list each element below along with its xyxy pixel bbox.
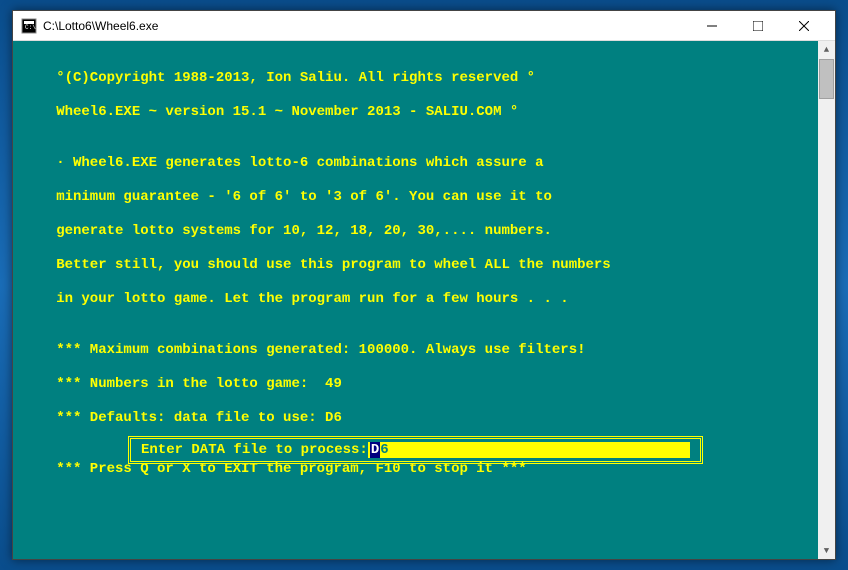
window-title: C:\Lotto6\Wheel6.exe bbox=[43, 19, 689, 33]
console-line: Better still, you should use this progra… bbox=[31, 257, 817, 274]
titlebar[interactable]: C:\ C:\Lotto6\Wheel6.exe bbox=[13, 11, 835, 41]
scrollbar-thumb[interactable] bbox=[819, 59, 834, 99]
console-line: *** Maximum combinations generated: 1000… bbox=[31, 342, 817, 359]
console-line: *** Defaults: data file to use: D6 bbox=[31, 410, 817, 427]
minimize-button[interactable] bbox=[689, 12, 735, 40]
console-line: · Wheel6.EXE generates lotto-6 combinati… bbox=[31, 155, 817, 172]
close-button[interactable] bbox=[781, 12, 827, 40]
console-line: Wheel6.EXE ~ version 15.1 ~ November 201… bbox=[31, 104, 817, 121]
input-rest: 6 bbox=[380, 442, 388, 458]
scroll-up-arrow[interactable]: ▲ bbox=[818, 41, 835, 58]
input-prompt: Enter DATA file to process: bbox=[141, 442, 368, 458]
console-line: minimum guarantee - '6 of 6' to '3 of 6'… bbox=[31, 189, 817, 206]
console-area: °(C)Copyright 1988-2013, Ion Saliu. All … bbox=[13, 41, 835, 559]
window-frame: C:\ C:\Lotto6\Wheel6.exe °(C)Copyright 1… bbox=[12, 10, 836, 560]
svg-text:C:\: C:\ bbox=[25, 24, 36, 31]
input-cursor: D bbox=[370, 442, 380, 458]
console-line: in your lotto game. Let the program run … bbox=[31, 291, 817, 308]
input-box: Enter DATA file to process: D6 bbox=[128, 436, 703, 464]
vertical-scrollbar[interactable]: ▲ ▼ bbox=[818, 41, 835, 559]
console-line: *** Numbers in the lotto game: 49 bbox=[31, 376, 817, 393]
console-line: generate lotto systems for 10, 12, 18, 2… bbox=[31, 223, 817, 240]
data-file-input[interactable]: D6 bbox=[368, 442, 690, 458]
maximize-button[interactable] bbox=[735, 12, 781, 40]
window-controls bbox=[689, 12, 827, 40]
app-icon: C:\ bbox=[21, 18, 37, 34]
scroll-down-arrow[interactable]: ▼ bbox=[818, 542, 835, 559]
console-line: °(C)Copyright 1988-2013, Ion Saliu. All … bbox=[31, 70, 817, 87]
